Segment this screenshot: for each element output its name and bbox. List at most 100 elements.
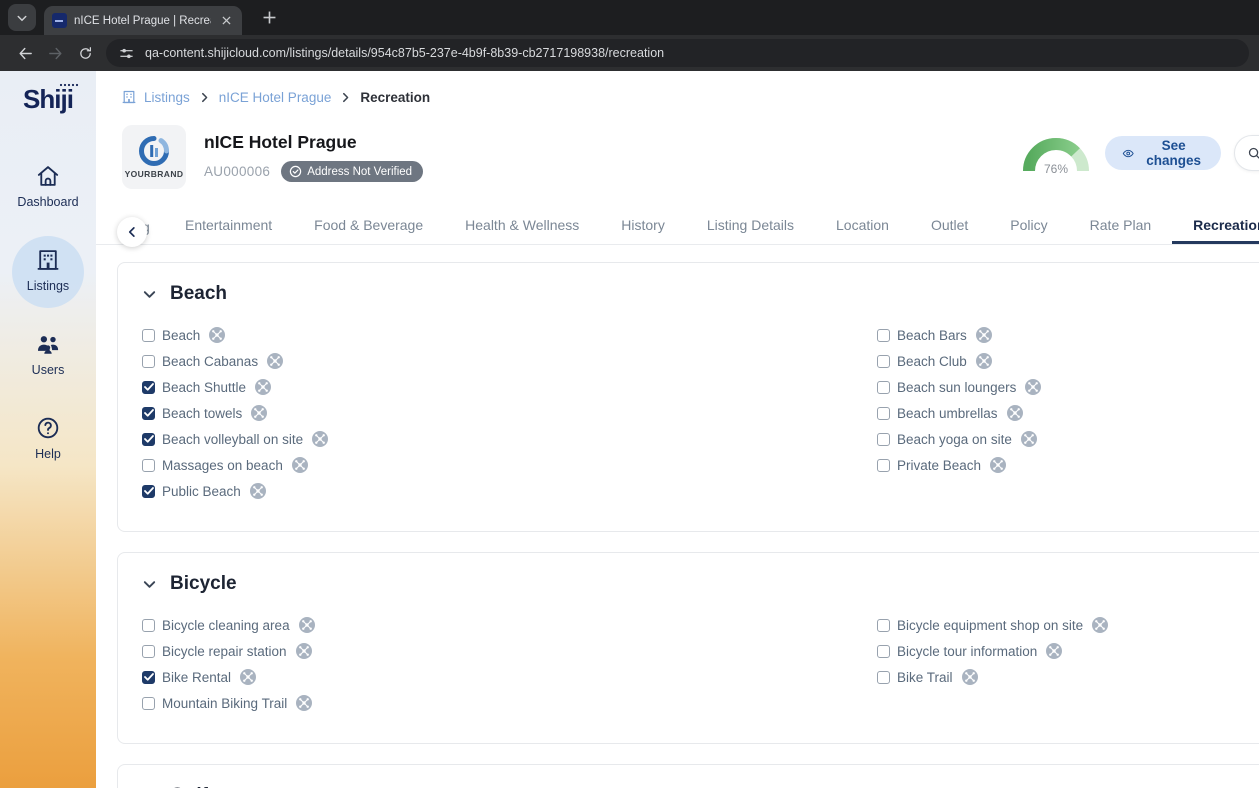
tab-outlet[interactable]: Outlet [910,217,989,244]
badge-label: Address Not Verified [307,165,413,178]
section-title: Beach [170,283,228,304]
amenity-checkbox[interactable] [877,432,890,446]
site-settings-icon [120,48,133,58]
sidebar-item-listings[interactable]: Listings [0,236,96,308]
tab-recreation[interactable]: Recreation [1172,217,1259,244]
mapping-icon [1092,617,1109,633]
section-card-bicycle: Bicycle Bicycle cleaning area Bicycle repa… [117,552,1259,744]
amenity-checkbox[interactable] [142,380,155,394]
mapping-icon [295,643,312,659]
browser-tab[interactable]: nICE Hotel Prague | Recreation [44,6,242,35]
amenity-checkbox[interactable] [877,644,890,658]
forward-button[interactable] [40,38,70,68]
tab-listing-details[interactable]: Listing Details [686,217,815,244]
amenity-checkbox[interactable] [877,328,890,342]
amenity-row: Bicycle tour information [877,638,1259,664]
sidebar-item-users[interactable]: Users [0,323,96,385]
amenity-row: Beach volleyball on site [142,426,877,452]
breadcrumb-current: Recreation [360,89,431,105]
breadcrumb-hotel-link[interactable]: nICE Hotel Prague [219,90,332,105]
hotel-code: AU000006 [204,164,271,179]
amenity-row: Beach [142,322,877,348]
url-bar[interactable]: qa-content.shijicloud.com/listings/detai… [106,39,1249,67]
amenity-checkbox[interactable] [877,380,890,394]
amenity-checkbox[interactable] [142,618,155,632]
tab-location[interactable]: Location [815,217,910,244]
amenity-label: Beach Shuttle [162,379,247,395]
amenity-checkbox[interactable] [142,670,155,684]
chevron-left-icon [128,227,135,237]
amenity-label: Beach umbrellas [897,405,998,421]
amenity-checkbox[interactable] [142,696,155,710]
section-header-bicycle[interactable]: Bicycle [142,572,1259,596]
search-icon [1248,147,1259,159]
amenity-label: Beach sun loungers [897,379,1017,395]
mapping-icon [267,353,284,369]
amenity-checkbox[interactable] [142,644,155,658]
back-button[interactable] [10,38,40,68]
amenity-row: Massages on beach [142,452,877,478]
amenities-column-left: Beach Beach Cabanas Beach Shuttle Beach tow… [142,322,877,504]
amenities-column-right: Beach Bars Beach Club Beach sun loungers Be… [877,322,1259,504]
tabs-scroll-left-button[interactable] [117,217,147,247]
sidebar-nav: Dashboard Listings Users Help [0,155,96,469]
mapping-icon [312,431,329,447]
tab-food-beverage[interactable]: Food & Beverage [293,217,444,244]
chevron-down-icon [142,287,157,302]
amenity-checkbox[interactable] [877,354,890,368]
mapping-icon [961,669,978,685]
see-changes-button[interactable]: See changes [1105,136,1221,170]
mapping-icon [298,617,315,633]
breadcrumb-listings-link[interactable]: Listings [121,89,190,105]
mapping-icon [209,327,226,343]
amenity-label: Beach volleyball on site [162,431,304,447]
amenity-checkbox[interactable] [142,458,155,472]
tab-policy[interactable]: Policy [989,217,1068,244]
sidebar-item-dashboard[interactable]: Dashboard [0,155,96,217]
amenity-checkbox[interactable] [142,328,155,342]
new-tab-button[interactable] [256,5,282,31]
amenity-checkbox[interactable] [142,354,155,368]
mapping-icon [1046,643,1063,659]
amenity-checkbox[interactable] [877,618,890,632]
amenity-checkbox[interactable] [877,406,890,420]
chevron-down-icon [142,577,157,592]
amenity-label: Beach towels [162,405,243,421]
amenity-label: Bike Rental [162,669,232,685]
sidebar-item-help[interactable]: Help [0,407,96,469]
plus-icon [263,11,275,24]
completeness-gauge: 76% [1020,129,1092,177]
amenity-row: Private Beach [877,452,1259,478]
tab-history[interactable]: History [600,217,686,244]
tab-close-icon[interactable] [218,13,234,29]
detail-tabbar: g EntertainmentFood & BeverageHealth & W… [96,214,1259,247]
tab-health-wellness[interactable]: Health & Wellness [444,217,600,244]
help-icon [37,417,59,439]
amenity-label: Bicycle equipment shop on site [897,617,1084,633]
section-header-beach[interactable]: Beach [142,282,1259,306]
reload-icon [79,46,91,59]
amenity-row: Bicycle equipment shop on site [877,612,1259,638]
amenity-checkbox[interactable] [142,432,155,446]
section-card-beach: Beach Beach Beach Cabanas Beach Shuttle Beac… [117,262,1259,532]
section-header-golf[interactable]: Golf [142,784,1259,788]
amenity-checkbox[interactable] [877,670,890,684]
tab-entertainment[interactable]: Entertainment [164,217,293,244]
sidebar-item-label: Users [31,363,65,377]
tab-rate-plan[interactable]: Rate Plan [1069,217,1172,244]
building-icon [122,90,136,104]
reload-button[interactable] [70,38,100,68]
main-panel: Listings nICE Hotel Prague Recreation YO… [96,71,1259,788]
tab-search-button[interactable] [8,4,36,31]
listing-search[interactable] [1233,135,1259,171]
amenity-row: Beach Cabanas [142,348,877,374]
amenity-checkbox[interactable] [142,406,155,420]
amenity-label: Mountain Biking Trail [162,695,288,711]
yourbrand-logo-icon [139,136,170,166]
amenity-checkbox[interactable] [877,458,890,472]
amenity-label: Beach Club [897,353,967,369]
amenity-checkbox[interactable] [142,484,155,498]
sidebar-item-label: Listings [26,279,70,293]
amenity-label: Beach [162,327,201,343]
shiji-logo[interactable]: Shiji [23,83,79,115]
